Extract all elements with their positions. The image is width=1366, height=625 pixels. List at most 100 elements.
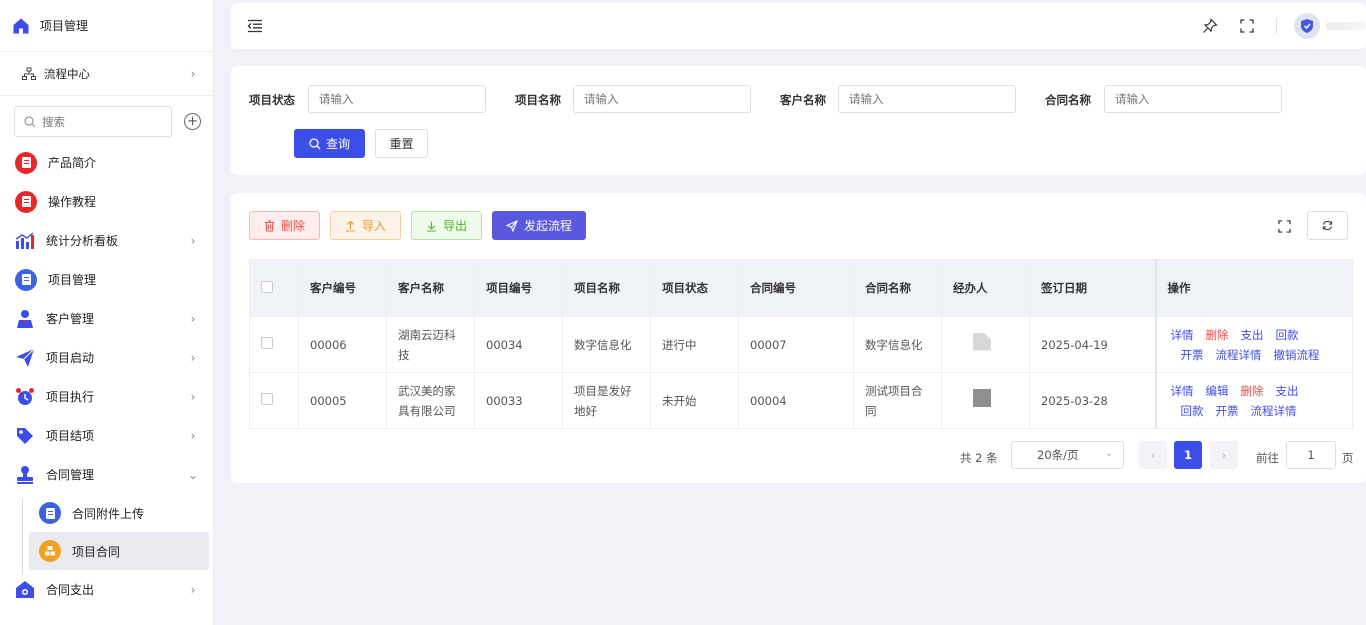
chevron-right-icon: › (1221, 448, 1227, 462)
shield-icon (1301, 19, 1313, 33)
sidebar-item-contract-expense[interactable]: 合同支出 › (0, 570, 213, 609)
add-icon[interactable]: + (184, 113, 201, 130)
cell-operations: 详情 编辑 删除 支出 回款 开票 流程详情 (1154, 372, 1353, 429)
header-contract-no[interactable]: 合同编号 (738, 259, 854, 317)
pin-icon[interactable] (1202, 18, 1218, 34)
search-icon (24, 115, 36, 127)
row-select-cell (249, 316, 299, 373)
customer-name-input[interactable] (838, 85, 1016, 113)
document-icon (15, 190, 37, 213)
sidebar-item-project-management[interactable]: 项目管理 (0, 260, 213, 299)
upload-icon (345, 220, 355, 232)
flow-details-link[interactable]: 流程详情 (1216, 348, 1262, 362)
cell-handler (941, 372, 1030, 429)
sidebar-search-input[interactable] (42, 114, 162, 129)
contract-name-input[interactable] (1104, 85, 1282, 113)
sidebar-search-box[interactable] (14, 106, 173, 137)
refresh-button[interactable] (1307, 211, 1348, 240)
pagination-total: 共 2 条 (960, 451, 998, 465)
details-link[interactable]: 详情 (1171, 328, 1194, 342)
stamp-icon (17, 465, 33, 484)
person-icon (17, 309, 33, 328)
flow-center-label: 流程中心 (44, 66, 90, 81)
chevron-right-icon: › (190, 66, 196, 81)
invoice-link[interactable]: 开票 (1216, 404, 1239, 418)
cell-customer-name: 湖南云迈科技 (386, 316, 475, 373)
payment-link[interactable]: 回款 (1181, 404, 1204, 418)
project-name-input[interactable] (573, 85, 751, 113)
table-header-row: 客户编号 客户名称 项目编号 项目名称 项目状态 合同编号 合同名称 经办人 签… (249, 259, 1353, 317)
alarm-clock-icon (16, 387, 34, 405)
sidebar-item-label: 产品简介 (48, 156, 97, 170)
header-customer-no[interactable]: 客户编号 (298, 259, 387, 317)
fullscreen-icon[interactable] (1240, 19, 1254, 33)
sidebar-item-statistics[interactable]: 统计分析看板 › (0, 221, 213, 260)
cell-project-no: 00034 (474, 316, 563, 373)
sidebar-item-project-execution[interactable]: 项目执行 › (0, 377, 213, 416)
chevron-right-icon: › (190, 389, 196, 404)
page-size-select[interactable]: 20条/页 ⌄ (1011, 441, 1124, 469)
details-link[interactable]: 详情 (1171, 384, 1194, 398)
boxes-icon (39, 540, 61, 562)
export-button[interactable]: 导出 (411, 211, 482, 240)
chevron-down-icon: ⌄ (187, 467, 199, 482)
revoke-flow-link[interactable]: 撤销流程 (1274, 348, 1320, 362)
select-all-checkbox[interactable] (261, 280, 273, 293)
flow-details-link[interactable]: 流程详情 (1251, 404, 1297, 418)
invoice-link[interactable]: 开票 (1181, 348, 1204, 362)
menu-fold-icon[interactable] (247, 19, 263, 33)
expense-link[interactable]: 支出 (1241, 328, 1264, 342)
edit-link[interactable]: 编辑 (1206, 384, 1229, 398)
payment-link[interactable]: 回款 (1276, 328, 1299, 342)
goto-page-input[interactable] (1286, 441, 1336, 469)
top-bar (231, 3, 1366, 49)
tag-icon (17, 427, 33, 444)
delete-link[interactable]: 删除 (1241, 384, 1264, 398)
filter-label-project-status: 项目状态 (249, 93, 295, 107)
sidebar-item-customer-management[interactable]: 客户管理 › (0, 299, 213, 338)
header-handler[interactable]: 经办人 (941, 259, 1030, 317)
next-page-button[interactable]: › (1210, 441, 1238, 469)
prev-page-button[interactable]: ‹ (1139, 441, 1167, 469)
header-project-status[interactable]: 项目状态 (650, 259, 739, 317)
sidebar-item-label: 项目启动 (46, 351, 95, 365)
sidebar-item-contract-attachment[interactable]: 合同附件上传 (0, 494, 213, 532)
refresh-icon (1322, 220, 1333, 231)
header-customer-name[interactable]: 客户名称 (386, 259, 475, 317)
avatar[interactable] (1294, 13, 1320, 39)
row-checkbox[interactable] (261, 392, 273, 405)
sidebar-item-flow-center[interactable]: 流程中心 › (0, 52, 213, 96)
project-status-input[interactable] (308, 85, 486, 113)
header-project-no[interactable]: 项目编号 (474, 259, 563, 317)
import-button[interactable]: 导入 (330, 211, 401, 240)
sidebar-item-project-start[interactable]: 项目启动 › (0, 338, 213, 377)
header-project-name[interactable]: 项目名称 (562, 259, 651, 317)
sidebar-item-project-contract[interactable]: 项目合同 (29, 532, 209, 570)
sitemap-icon (22, 67, 36, 80)
header-contract-name[interactable]: 合同名称 (853, 259, 942, 317)
document-icon (39, 502, 61, 524)
reset-button[interactable]: 重置 (375, 129, 428, 158)
sidebar-item-contract-management[interactable]: 合同管理 ⌄ (0, 455, 213, 494)
page-number-button[interactable]: 1 (1174, 441, 1202, 469)
sidebar-item-label: 项目管理 (48, 273, 97, 287)
query-button[interactable]: 查询 (294, 129, 365, 158)
delete-link[interactable]: 删除 (1206, 328, 1229, 342)
cell-project-name: 数字信息化 (562, 316, 651, 373)
row-checkbox[interactable] (261, 336, 273, 349)
sidebar-item-project-closing[interactable]: 项目结项 › (0, 416, 213, 455)
home-icon (13, 18, 29, 33)
handler-avatar-image (973, 388, 991, 407)
fullscreen-icon[interactable] (1278, 220, 1291, 233)
sidebar-item-label: 合同支出 (46, 583, 95, 597)
expense-link[interactable]: 支出 (1276, 384, 1299, 398)
sidebar-item-label: 操作教程 (48, 195, 97, 209)
start-flow-button[interactable]: 发起流程 (492, 211, 586, 240)
sidebar-item-tutorial[interactable]: 操作教程 (0, 182, 213, 221)
delete-button[interactable]: 删除 (249, 211, 320, 240)
contracts-table: 客户编号 客户名称 项目编号 项目名称 项目状态 合同编号 合同名称 经办人 签… (249, 259, 1353, 429)
header-sign-date[interactable]: 签订日期 (1029, 259, 1156, 317)
sidebar-item-product-intro[interactable]: 产品简介 (0, 143, 213, 182)
export-button-label: 导出 (442, 219, 467, 233)
sidebar-header[interactable]: 项目管理 (0, 0, 213, 52)
